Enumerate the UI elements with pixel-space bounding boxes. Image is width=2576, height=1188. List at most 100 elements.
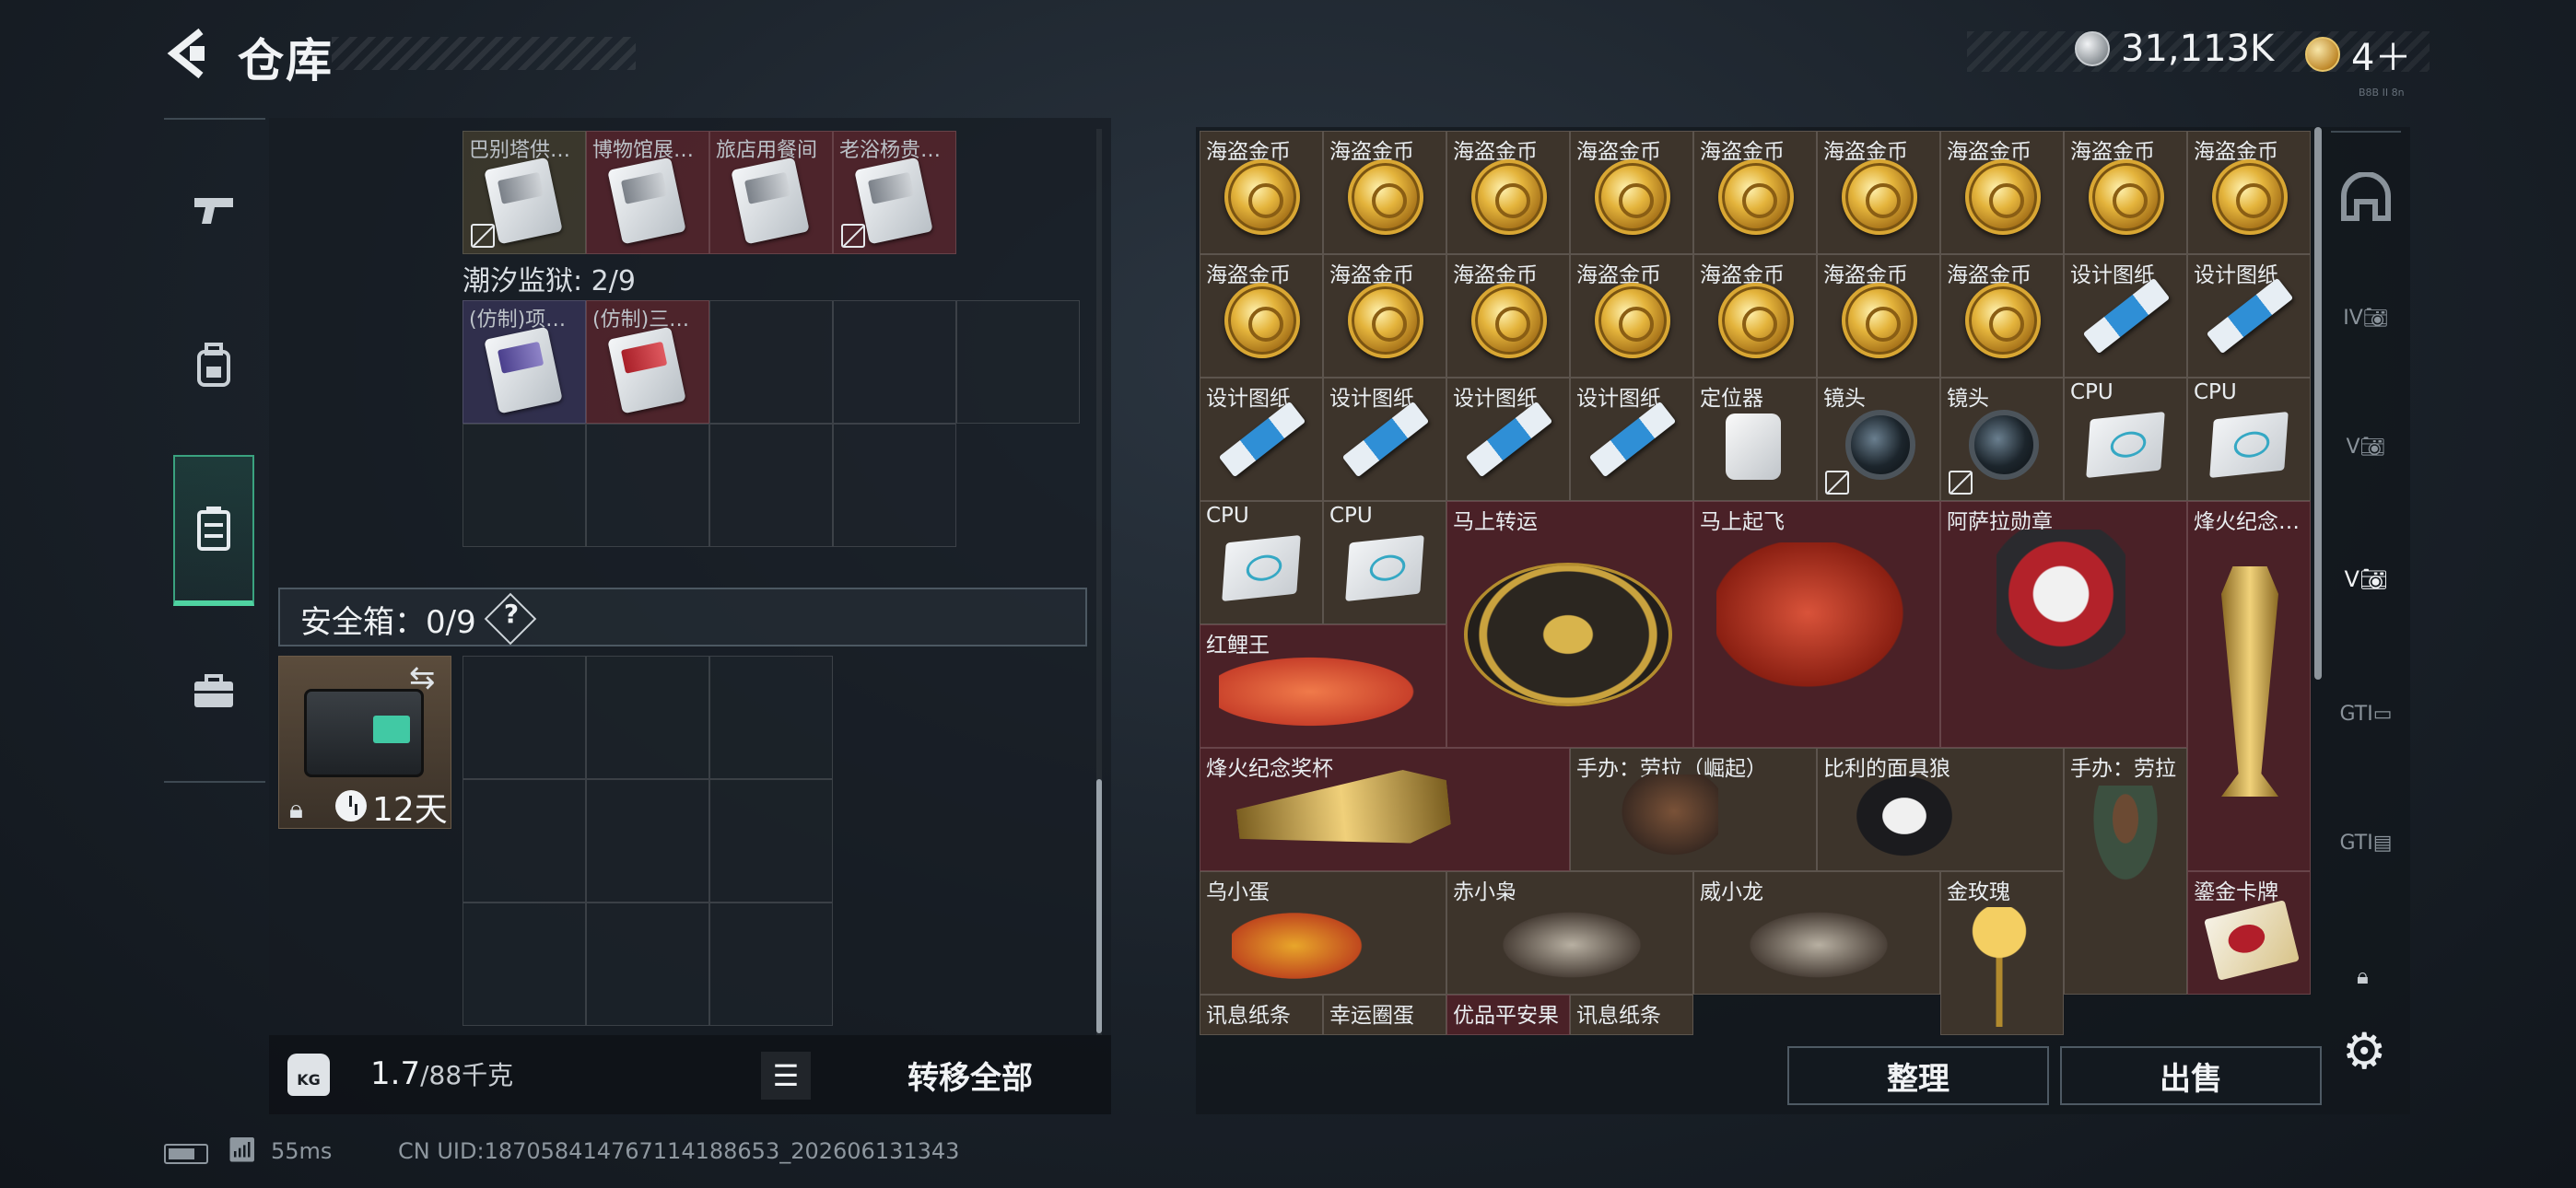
item-coin[interactable]: 海盗金币 — [1323, 254, 1446, 378]
safe-slot[interactable] — [709, 779, 833, 903]
item-note[interactable]: 讯息纸条 — [1200, 995, 1323, 1035]
item-apple[interactable]: 优品平安果 — [1446, 995, 1570, 1035]
safe-slot[interactable] — [463, 779, 586, 903]
rail-gti[interactable]: GTI▭ — [2331, 663, 2401, 764]
rail-lock-icon: 🔒︎ — [2357, 963, 2369, 989]
rail-v-camera[interactable]: V📷︎ — [2331, 396, 2401, 497]
item-label: 旅店用餐间 — [716, 139, 818, 162]
gear-icon[interactable]: ⚙ — [2342, 1022, 2386, 1080]
safe-slot[interactable] — [586, 779, 709, 903]
rail-v-camera-active[interactable]: V📷︎ — [2331, 529, 2401, 630]
item-trophy2[interactable]: 烽火纪念奖杯 — [1200, 748, 1570, 871]
item-coin[interactable]: 海盗金币 — [1200, 254, 1323, 378]
item-slot[interactable]: 巴别塔供… — [463, 131, 586, 254]
safe-slot[interactable] — [709, 903, 833, 1026]
left-scroll-thumb[interactable] — [1096, 779, 1102, 1033]
empty-slot[interactable] — [709, 424, 833, 547]
item-label: 镜头 — [1947, 387, 1989, 411]
item-fish[interactable]: 红鲤王 — [1200, 624, 1446, 748]
item-horse[interactable]: 马上起飞 — [1693, 501, 1940, 748]
safe-slot[interactable] — [586, 656, 709, 779]
item-figure[interactable]: 手办：劳拉（崛起） — [1570, 748, 1817, 871]
rail-weapon[interactable] — [173, 140, 254, 278]
item-coin[interactable]: 海盗金币 — [1940, 254, 2064, 378]
item-coin[interactable]: 海盗金币 — [1817, 254, 1940, 378]
right-scroll-thumb[interactable] — [2314, 127, 2322, 680]
item-blueprint[interactable]: 设计图纸 — [1200, 378, 1323, 501]
cpu-art — [1222, 534, 1301, 602]
item-slot[interactable]: (仿制)三… — [586, 300, 709, 424]
item-slot[interactable]: 博物馆展… — [586, 131, 709, 254]
item-coin[interactable]: 海盗金币 — [1693, 254, 1817, 378]
item-slot[interactable]: 老浴杨贵… — [833, 131, 956, 254]
item-label: 幸运圈蛋 — [1329, 1004, 1414, 1028]
item-coin[interactable]: 海盗金币 — [1570, 131, 1693, 254]
item-mask[interactable]: 比利的面具狼 — [1817, 748, 2064, 871]
safe-slot[interactable] — [709, 656, 833, 779]
rail-gti-card[interactable]: GTI▤ — [2331, 792, 2401, 893]
rail-backpack[interactable] — [173, 297, 254, 435]
item-coin[interactable]: 海盗金币 — [1940, 131, 2064, 254]
empty-slot[interactable] — [833, 424, 956, 547]
item-slot[interactable]: 旅店用餐间 — [709, 131, 833, 254]
item-coin[interactable]: 海盗金币 — [1200, 131, 1323, 254]
item-egg[interactable]: 乌小蛋 — [1200, 871, 1446, 995]
swap-icon[interactable]: ⇆ — [409, 659, 436, 696]
empty-slot[interactable] — [956, 300, 1080, 424]
item-wheel[interactable]: 马上转运 — [1446, 501, 1693, 748]
item-rose[interactable]: 金玫瑰 — [1940, 871, 2064, 1035]
safe-slot[interactable] — [463, 656, 586, 779]
item-robot[interactable]: 威小龙 — [1693, 871, 1940, 995]
item-blueprint[interactable]: 设计图纸 — [1570, 378, 1693, 501]
item-medal[interactable]: 阿萨拉勋章 — [1940, 501, 2187, 748]
item-coin[interactable]: 海盗金币 — [1817, 131, 1940, 254]
item-blueprint[interactable]: 设计图纸 — [1323, 378, 1446, 501]
rail-chest-rig[interactable] — [173, 455, 254, 606]
item-label: CPU — [2194, 380, 2237, 404]
item-slot[interactable]: (仿制)项… — [463, 300, 586, 424]
coin-art — [1471, 159, 1547, 235]
item-coin[interactable]: 海盗金币 — [2064, 131, 2187, 254]
item-coin[interactable]: 海盗金币 — [2187, 131, 2311, 254]
back-button[interactable] — [164, 26, 210, 81]
item-blueprint[interactable]: 设计图纸 — [2187, 254, 2311, 378]
empty-slot[interactable] — [833, 300, 956, 424]
item-robot[interactable]: 赤小枭 — [1446, 871, 1693, 995]
item-locator[interactable]: 定位器 — [1693, 378, 1817, 501]
item-lens[interactable]: 镜头 — [1940, 378, 2064, 501]
item-lens[interactable]: 镜头 — [1817, 378, 1940, 501]
item-cpu[interactable]: CPU — [2064, 378, 2187, 501]
empty-slot[interactable] — [463, 424, 586, 547]
safe-slot[interactable] — [586, 903, 709, 1026]
item-figure[interactable]: 手办：劳拉 — [2064, 748, 2187, 995]
empty-slot[interactable] — [586, 424, 709, 547]
item-cpu[interactable]: CPU — [1323, 501, 1446, 624]
item-blueprint[interactable]: 设计图纸 — [2064, 254, 2187, 378]
item-coin[interactable]: 海盗金币 — [1323, 131, 1446, 254]
item-coin[interactable]: 海盗金币 — [1446, 254, 1570, 378]
item-note[interactable]: 讯息纸条 — [1570, 995, 1693, 1035]
safe-slot[interactable] — [463, 903, 586, 1026]
sell-button[interactable]: 出售 — [2060, 1046, 2322, 1105]
organize-button[interactable]: 整理 — [1787, 1046, 2049, 1105]
item-goldcard[interactable]: 鎏金卡牌 — [2187, 871, 2311, 995]
gold-currency[interactable]: 4＋ — [2305, 28, 2411, 81]
coin-art — [1224, 283, 1300, 358]
rail-case[interactable] — [173, 623, 254, 761]
item-coin[interactable]: 海盗金币 — [1693, 131, 1817, 254]
item-egg-lucky[interactable]: 幸运圈蛋 — [1323, 995, 1446, 1035]
empty-slot[interactable] — [709, 300, 833, 424]
rail-helmet[interactable] — [2331, 147, 2401, 249]
item-trophy[interactable]: 烽火纪念… — [2187, 501, 2311, 871]
transfer-all-button[interactable]: 转移全部 — [829, 1035, 1111, 1114]
item-coin[interactable]: 海盗金币 — [1570, 254, 1693, 378]
item-cpu[interactable]: CPU — [2187, 378, 2311, 501]
item-coin[interactable]: 海盗金币 — [1446, 131, 1570, 254]
list-icon[interactable]: ☰ — [761, 1052, 811, 1100]
item-cpu[interactable]: CPU — [1200, 501, 1323, 624]
uid-label: CN UID:187058414767114188653_20260613134… — [398, 1138, 960, 1164]
help-mark: ? — [503, 599, 520, 629]
rail-iv-camera[interactable]: IV📷︎ — [2331, 267, 2401, 368]
battery-icon — [164, 1144, 208, 1164]
item-blueprint[interactable]: 设计图纸 — [1446, 378, 1570, 501]
